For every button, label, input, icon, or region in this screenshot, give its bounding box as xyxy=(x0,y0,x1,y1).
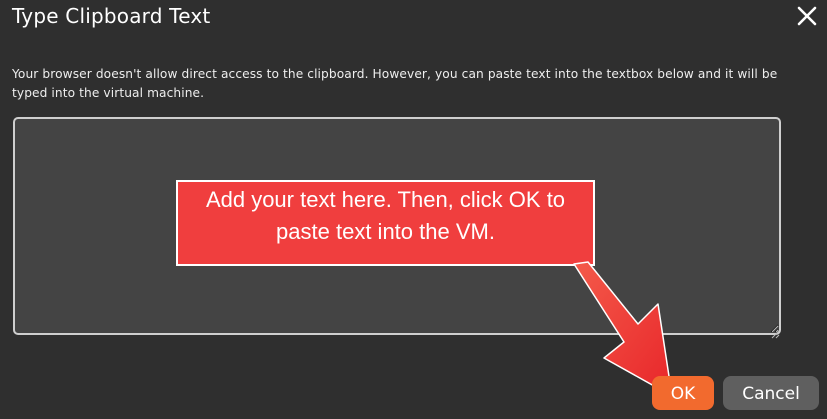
cancel-button[interactable]: Cancel xyxy=(723,376,819,410)
annotation-callout: Add your text here. Then, click OK to pa… xyxy=(176,180,595,266)
dialog-title: Type Clipboard Text xyxy=(12,4,211,28)
callout-line-1: Add your text here. Then, click OK to xyxy=(205,187,566,212)
ok-button[interactable]: OK xyxy=(652,376,714,410)
clipboard-dialog: Type Clipboard Text Your browser doesn't… xyxy=(0,0,827,419)
resize-grip-icon[interactable] xyxy=(770,324,780,339)
close-icon[interactable] xyxy=(795,4,819,28)
callout-line-2: paste text into the VM. xyxy=(276,219,495,244)
dialog-description: Your browser doesn't allow direct access… xyxy=(12,67,778,100)
